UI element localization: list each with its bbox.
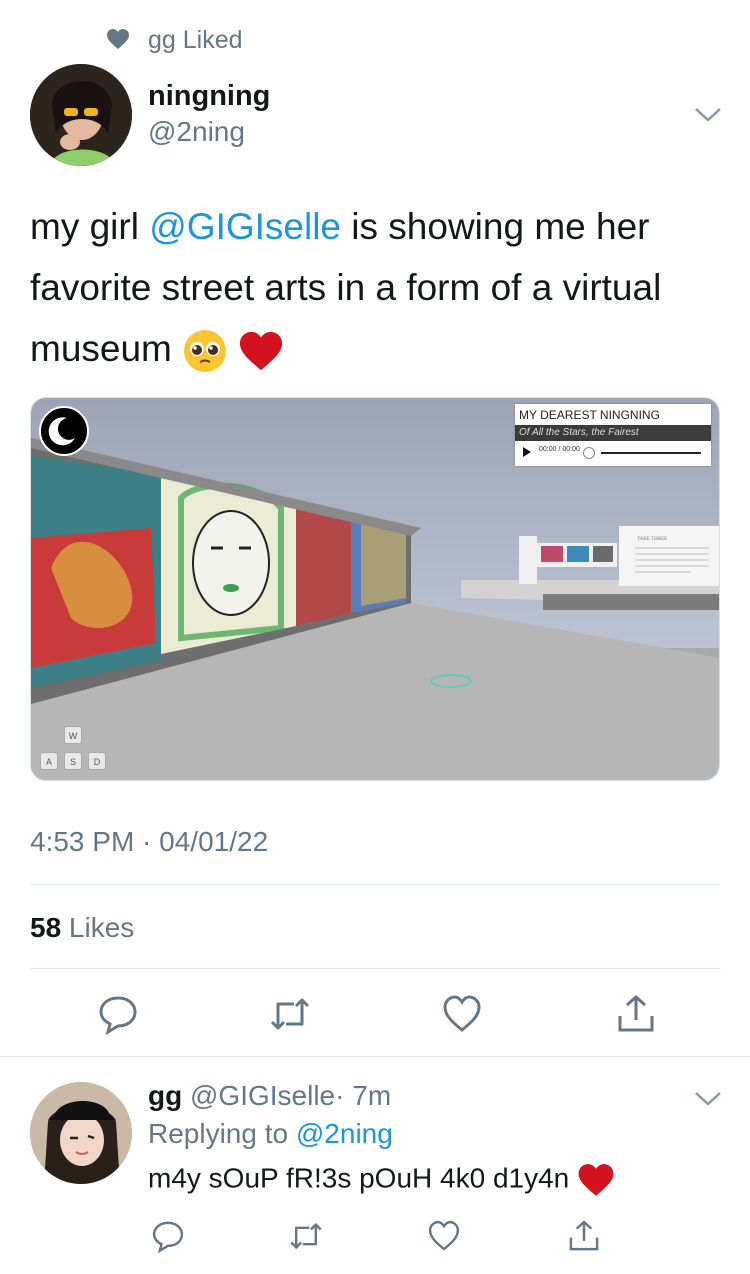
reply-avatar[interactable]: [30, 1082, 132, 1184]
reply-reply-button[interactable]: [150, 1218, 186, 1254]
divider: [0, 1056, 750, 1057]
reply-author-handle: @GIGIselle: [190, 1080, 336, 1111]
retweet-icon: [270, 998, 310, 1030]
divider: [30, 884, 720, 885]
key-a[interactable]: A: [40, 752, 58, 770]
play-icon[interactable]: [523, 447, 531, 457]
reply-retweet-button[interactable]: [288, 1218, 324, 1254]
social-context-text: gg Liked: [148, 26, 243, 54]
tweet-timestamp: 4:53 PM · 04/01/22: [30, 826, 269, 857]
avatar[interactable]: [30, 64, 132, 166]
music-title: MY DEAREST NINGNING: [519, 408, 660, 422]
retweet-button[interactable]: [268, 992, 312, 1036]
chevron-down-icon[interactable]: [693, 1088, 723, 1108]
mention-link[interactable]: @GIGIselle: [149, 206, 341, 247]
reply-author-name: gg: [148, 1080, 183, 1111]
reply-text-body: m4y sOuP fR!3s pOuH 4k0 d1y4n: [148, 1162, 578, 1194]
reply-button[interactable]: [96, 992, 140, 1036]
reply-like-button[interactable]: [426, 1218, 462, 1254]
red-heart-emoji: [578, 1164, 614, 1196]
volume-icon[interactable]: [583, 447, 595, 459]
likes-count[interactable]: 58 Likes: [30, 912, 134, 944]
reply-author[interactable]: gg @GIGIselle· 7m: [148, 1080, 391, 1112]
retweet-icon: [290, 1223, 322, 1249]
like-icon: [443, 995, 481, 1032]
share-button[interactable]: [614, 992, 658, 1036]
pleading-face-emoji: [184, 330, 227, 373]
music-player: MY DEAREST NINGNING Of All the Stars, th…: [515, 404, 711, 466]
replying-to: Replying to @2ning: [148, 1118, 393, 1150]
moon-icon: [48, 417, 75, 446]
reply-icon: [99, 996, 137, 1036]
like-button[interactable]: [440, 992, 484, 1036]
music-subtitle: Of All the Stars, the Fairest: [515, 425, 711, 441]
sign-text: TAKE THREE: [637, 537, 667, 542]
heart-icon: [107, 29, 129, 49]
tweet-media-image[interactable]: TAKE THREE MY DEAREST NINGNING Of All th…: [30, 397, 720, 781]
author-name[interactable]: ningning: [148, 80, 270, 113]
key-d[interactable]: D: [88, 752, 106, 770]
chevron-down-icon[interactable]: [693, 104, 723, 124]
moon-toggle-button[interactable]: [39, 406, 89, 456]
divider: [30, 968, 720, 969]
key-s[interactable]: S: [64, 752, 82, 770]
likes-number: 58: [30, 912, 62, 943]
reply-share-button[interactable]: [566, 1218, 602, 1254]
replying-label: Replying to: [148, 1118, 296, 1149]
share-icon: [618, 994, 654, 1032]
volume-slider[interactable]: [601, 452, 701, 454]
author-handle[interactable]: @2ning: [148, 116, 245, 148]
red-heart-emoji: [240, 332, 283, 371]
share-icon: [569, 1220, 599, 1251]
replying-mention-link[interactable]: @2ning: [296, 1118, 393, 1149]
key-w[interactable]: W: [64, 726, 82, 744]
likes-label: Likes: [61, 912, 135, 943]
reply-icon: [152, 1221, 184, 1254]
reply-text: m4y sOuP fR!3s pOuH 4k0 d1y4n: [148, 1162, 615, 1198]
music-time: 00:00 / 00:00: [539, 446, 580, 453]
reply-time: · 7m: [335, 1080, 392, 1111]
like-icon: [428, 1220, 460, 1251]
tweet-text: my girl @GIGIselle is showing me her fav…: [30, 196, 720, 379]
tweet-text-before: my girl: [30, 206, 150, 247]
